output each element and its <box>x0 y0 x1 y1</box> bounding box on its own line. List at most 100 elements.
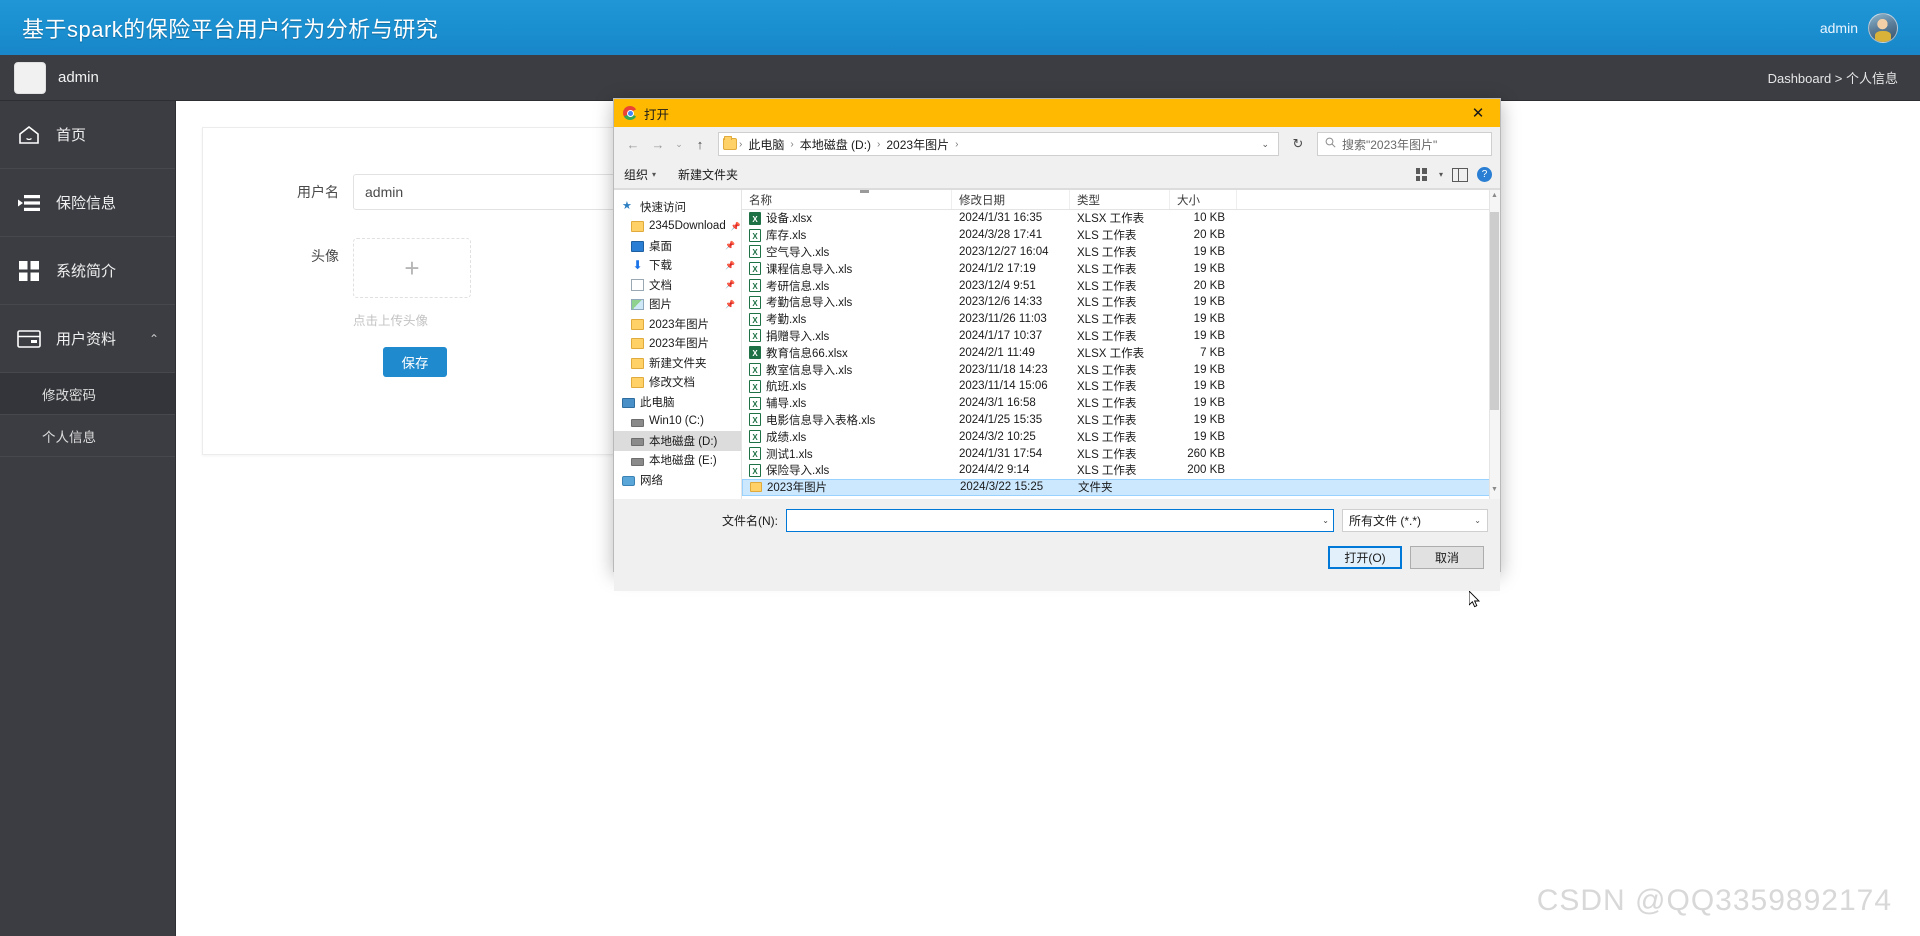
breadcrumb-separator: › <box>877 138 881 150</box>
app-header: 基于spark的保险平台用户行为分析与研究 admin <box>0 0 1920 55</box>
pin-icon[interactable]: 📌 <box>725 241 735 250</box>
file-size: 19 KB <box>1193 413 1225 426</box>
tree-item[interactable]: 网络 <box>614 470 741 490</box>
file-row[interactable]: X 辅导.xls 2024/3/1 16:58 XLS 工作表 19 KB <box>742 395 1500 412</box>
file-row[interactable]: X 设备.xlsx 2024/1/31 16:35 XLSX 工作表 10 KB <box>742 210 1500 227</box>
scrollbar-thumb[interactable] <box>1490 212 1499 410</box>
header-username: admin <box>1819 19 1858 36</box>
address-bar[interactable]: › 此电脑 › 本地磁盘 (D:) › 2023年图片 › ⌄ <box>718 132 1279 156</box>
scroll-up-icon[interactable]: ▲ <box>1490 192 1499 203</box>
scroll-down-icon[interactable]: ▼ <box>1490 486 1499 497</box>
column-header-size[interactable]: 大小 <box>1170 190 1237 209</box>
sidebar-item-user-profile[interactable]: 用户资料 ⌃ <box>0 305 175 373</box>
view-mode-icon[interactable] <box>1413 167 1430 182</box>
tree-item[interactable]: Win10 (C:) <box>614 412 741 432</box>
chevron-down-icon[interactable]: ⌄ <box>1256 139 1274 150</box>
sidebar-item-personal-info[interactable]: 个人信息 <box>0 415 175 457</box>
file-row[interactable]: X 保险导入.xls 2024/4/2 9:14 XLS 工作表 200 KB <box>742 462 1500 479</box>
file-row[interactable]: X 航班.xls 2023/11/14 15:06 XLS 工作表 19 KB <box>742 378 1500 395</box>
file-date: 2024/1/31 17:54 <box>959 447 1043 460</box>
file-row[interactable]: 2023年图片 2024/3/22 15:25 文件夹 <box>742 478 1500 496</box>
sidebar-item-label: 用户资料 <box>56 331 117 348</box>
chevron-down-icon: ⌄ <box>1474 516 1481 525</box>
tree-item[interactable]: ⬇ 下载 📌 <box>614 256 741 276</box>
column-header-type[interactable]: 类型 <box>1070 190 1170 209</box>
file-row[interactable]: X 教室信息导入.xls 2023/11/18 14:23 XLS 工作表 19 KB <box>742 361 1500 378</box>
xls-icon: X <box>749 379 761 393</box>
column-header-date[interactable]: 修改日期 <box>952 190 1070 209</box>
file-size: 19 KB <box>1193 380 1225 393</box>
user-avatar[interactable] <box>14 61 46 94</box>
recent-locations-icon[interactable]: ⌄ <box>672 133 686 155</box>
pin-icon[interactable]: 📌 <box>731 222 741 231</box>
breadcrumb-current-folder[interactable]: 2023年图片 <box>882 136 953 153</box>
tree-item[interactable]: 新建文件夹 <box>614 353 741 373</box>
download-icon: ⬇ <box>632 257 643 272</box>
refresh-icon[interactable]: ↻ <box>1286 132 1310 156</box>
preview-pane-icon[interactable] <box>1452 167 1468 182</box>
close-icon[interactable]: ✕ <box>1456 99 1500 127</box>
forward-icon[interactable]: → <box>647 133 669 155</box>
file-list-scrollbar[interactable]: ▲ ▼ <box>1489 190 1500 499</box>
sidebar-item-home[interactable]: 首页 <box>0 101 175 169</box>
tree-item[interactable]: 2345Download 📌 <box>614 217 741 237</box>
breadcrumb-this-pc[interactable]: 此电脑 <box>744 136 788 153</box>
help-icon[interactable]: ? <box>1477 167 1492 182</box>
filename-input[interactable] <box>786 509 1334 532</box>
tree-item-label: 新建文件夹 <box>649 357 707 370</box>
file-name: 考勤.xls <box>766 314 807 327</box>
file-row[interactable]: X 测试1.xls 2024/1/31 17:54 XLS 工作表 260 KB <box>742 445 1500 462</box>
chevron-down-icon[interactable]: ▾ <box>1439 170 1443 179</box>
search-input[interactable]: 搜索"2023年图片" <box>1317 132 1492 156</box>
file-row[interactable]: X 空气导入.xls 2023/12/27 16:04 XLS 工作表 19 KB <box>742 244 1500 261</box>
tree-item[interactable]: 本地磁盘 (D:) <box>614 431 741 451</box>
tree-item[interactable]: 文档 📌 <box>614 275 741 295</box>
tree-item[interactable]: 本地磁盘 (E:) <box>614 451 741 471</box>
file-size: 19 KB <box>1193 329 1225 342</box>
open-button[interactable]: 打开(O) <box>1328 546 1402 569</box>
tree-item[interactable]: 修改文档 <box>614 373 741 393</box>
folder-icon <box>631 318 644 330</box>
file-row[interactable]: X 考勤信息导入.xls 2023/12/6 14:33 XLS 工作表 19 KB <box>742 294 1500 311</box>
file-name-cell: X 辅导.xls <box>742 395 952 411</box>
breadcrumb-separator: › <box>955 138 959 150</box>
new-folder-button[interactable]: 新建文件夹 <box>678 166 738 183</box>
file-row[interactable]: X 考研信息.xls 2023/12/4 9:51 XLS 工作表 20 KB <box>742 277 1500 294</box>
file-row[interactable]: X 库存.xls 2024/3/28 17:41 XLS 工作表 20 KB <box>742 227 1500 244</box>
pin-icon[interactable]: 📌 <box>725 280 735 289</box>
file-date: 2024/2/1 11:49 <box>959 346 1035 359</box>
tree-item[interactable]: 2023年图片 <box>614 314 741 334</box>
up-icon[interactable]: ↑ <box>689 133 711 155</box>
tree-item[interactable]: 2023年图片 <box>614 334 741 354</box>
chevron-up-icon[interactable]: ⌃ <box>149 332 159 346</box>
sidebar-item-change-password[interactable]: 修改密码 <box>0 373 175 415</box>
tree-item[interactable]: ★ 快速访问 <box>614 197 741 217</box>
tree-item[interactable]: 图片 📌 <box>614 295 741 315</box>
cancel-button[interactable]: 取消 <box>1410 546 1484 569</box>
file-type-filter[interactable]: 所有文件 (*.*) ⌄ <box>1342 509 1488 532</box>
file-row[interactable]: X 考勤.xls 2023/11/26 11:03 XLS 工作表 19 KB <box>742 311 1500 328</box>
save-button[interactable]: 保存 <box>383 347 447 377</box>
file-name-cell: X 考勤.xls <box>742 311 952 327</box>
file-row[interactable]: X 成绩.xls 2024/3/2 10:25 XLS 工作表 19 KB <box>742 428 1500 445</box>
chevron-down-icon[interactable]: ⌄ <box>1322 509 1329 532</box>
sidebar-item-system-intro[interactable]: 系统简介 <box>0 237 175 305</box>
file-type: 文件夹 <box>1078 482 1113 495</box>
file-row[interactable]: X 电影信息导入表格.xls 2024/1/25 15:35 XLS 工作表 19 KB <box>742 412 1500 429</box>
tree-item[interactable]: 桌面 📌 <box>614 236 741 256</box>
breadcrumb-drive-d[interactable]: 本地磁盘 (D:) <box>796 136 875 153</box>
pin-icon[interactable]: 📌 <box>725 261 735 270</box>
sidebar-item-insurance[interactable]: 保险信息 <box>0 169 175 237</box>
file-row[interactable]: X 教育信息66.xlsx 2024/2/1 11:49 XLSX 工作表 7 KB <box>742 344 1500 361</box>
back-icon[interactable]: ← <box>622 133 644 155</box>
xls-icon: X <box>749 312 761 326</box>
column-header-name[interactable]: 名称 <box>742 190 952 209</box>
avatar[interactable] <box>1868 12 1898 43</box>
pin-icon[interactable]: 📌 <box>725 300 735 309</box>
avatar-upload-button[interactable]: + <box>353 238 471 298</box>
organize-button[interactable]: 组织 ▾ <box>624 166 656 183</box>
file-row[interactable]: X 课程信息导入.xls 2024/1/2 17:19 XLS 工作表 19 KB <box>742 260 1500 277</box>
tree-item[interactable]: 此电脑 <box>614 392 741 412</box>
home-icon <box>16 125 42 145</box>
file-row[interactable]: X 捐赠导入.xls 2024/1/17 10:37 XLS 工作表 19 KB <box>742 328 1500 345</box>
